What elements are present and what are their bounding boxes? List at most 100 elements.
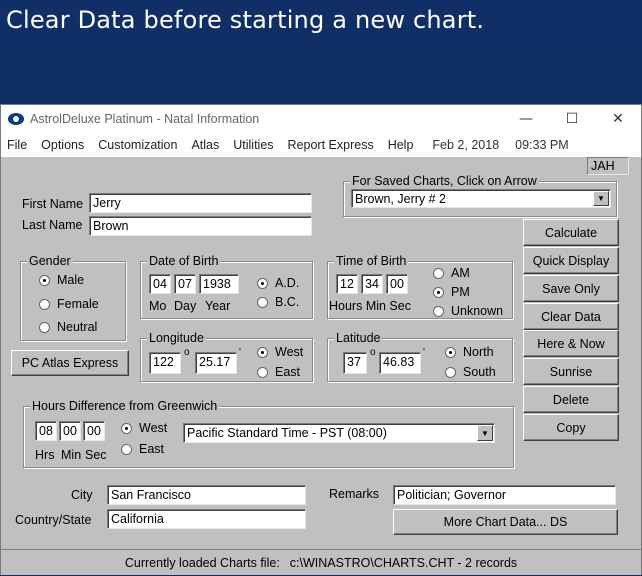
tob-min-field[interactable]: 34 [361,274,383,294]
minute-icon: ' [239,347,241,358]
menu-customization[interactable]: Customization [91,138,184,152]
gender-male-label: Male [57,273,85,287]
here-and-now-button[interactable]: Here & Now [523,330,619,357]
latitude-south-radio[interactable]: South [445,365,496,379]
app-icon[interactable] [8,113,24,125]
remarks-label: Remarks [329,487,380,501]
chevron-down-icon[interactable]: ▼ [593,191,609,206]
first-name-label: First Name [22,197,84,211]
gmt-east-label: East [139,442,165,456]
delete-button[interactable]: Delete [523,386,619,413]
minute-icon: ' [423,347,425,358]
menu-options[interactable]: Options [34,138,91,152]
latitude-deg-field[interactable]: 37 [343,352,367,374]
timezone-value: Pacific Standard Time - PST (08:00) [187,426,387,440]
pc-atlas-express-button[interactable]: PC Atlas Express [11,350,129,376]
city-field[interactable]: San Francisco [107,485,306,505]
gmt-east-radio[interactable]: East [121,442,164,456]
calculate-button[interactable]: Calculate [523,219,619,246]
menu-bar: File Options Customization Atlas Utiliti… [1,133,641,157]
instruction-banner: Clear Data before starting a new chart. [6,6,485,34]
chevron-down-icon[interactable]: ▼ [477,425,493,441]
dob-mo-label: Mo [149,299,167,313]
tob-am-label: AM [451,266,470,280]
longitude-east-radio[interactable]: East [257,365,300,379]
minimize-button[interactable]: — [503,105,549,133]
tob-title: Time of Birth [334,254,409,268]
tob-pm-label: PM [451,285,470,299]
tob-am-radio[interactable]: AM [433,266,470,280]
gender-female-label: Female [57,297,99,311]
era-ad-label: A.D. [275,276,300,290]
menu-atlas[interactable]: Atlas [184,138,226,152]
country-field[interactable]: California [107,509,306,529]
degree-icon: o [370,347,376,358]
quick-display-button[interactable]: Quick Display [523,247,619,274]
dob-year-field[interactable]: 1938 [199,274,239,294]
gmt-hours-field[interactable]: 08 [35,421,57,441]
dob-month-field[interactable]: 04 [149,274,171,294]
menu-utilities[interactable]: Utilities [226,138,280,152]
tob-unknown-radio[interactable]: Unknown [433,304,503,318]
country-label: Country/State [15,513,92,527]
longitude-east-label: East [275,365,301,379]
more-chart-data-button[interactable]: More Chart Data... DS [393,509,618,535]
menu-file[interactable]: File [1,138,34,152]
tob-unknown-label: Unknown [451,304,504,318]
longitude-deg-field[interactable]: 122 [149,352,181,374]
gmt-west-radio[interactable]: West [121,421,167,435]
maximize-button[interactable]: ☐ [549,105,595,133]
saved-charts-title: For Saved Charts, Click on Arrow [350,174,539,188]
gmt-hrs-label: Hrs [35,448,55,462]
gender-female-radio[interactable]: Female [39,297,99,311]
saved-charts-value: Brown, Jerry # 2 [355,192,447,206]
longitude-min-field[interactable]: 25.17 [195,352,237,374]
gmt-west-label: West [139,421,168,435]
gmt-title: Hours Difference from Greenwich [30,399,220,413]
dob-day-field[interactable]: 07 [174,274,196,294]
gmt-min-field[interactable]: 00 [59,421,81,441]
latitude-north-radio[interactable]: North [445,345,494,359]
latitude-min-field[interactable]: 46.83 [379,352,421,374]
gender-title: Gender [27,254,73,268]
gender-male-radio[interactable]: Male [39,273,84,287]
status-prefix: Currently loaded Charts file: [124,555,280,570]
save-only-button[interactable]: Save Only [523,275,619,302]
copy-button[interactable]: Copy [523,414,619,441]
gender-neutral-label: Neutral [57,320,98,334]
first-name-field[interactable]: Jerry [89,193,312,213]
tob-pm-radio[interactable]: PM [433,285,470,299]
latitude-north-label: North [463,345,494,359]
timezone-select[interactable]: Pacific Standard Time - PST (08:00) ▼ [183,423,495,443]
status-path: c:\WINASTRO\CHARTS.CHT - 2 records [289,555,518,570]
tob-hours-field[interactable]: 12 [336,274,358,294]
latitude-title: Latitude [334,331,383,345]
gmt-min-label: Min [61,448,82,462]
natal-form: JAH For Saved Charts, Click on Arrow Bro… [1,157,641,576]
dob-title: Date of Birth [147,254,221,268]
city-label: City [71,488,93,502]
era-bc-radio[interactable]: B.C. [257,295,299,309]
last-name-label: Last Name [22,218,83,232]
last-name-field[interactable]: Brown [89,216,312,236]
dob-year-label: Year [205,299,231,313]
clear-data-button[interactable]: Clear Data [523,303,619,330]
window-title: AstrolDeluxe Platinum - Natal Informatio… [30,112,260,126]
menu-help[interactable]: Help [381,138,421,152]
close-button[interactable]: ✕ [595,105,641,133]
saved-charts-select[interactable]: Brown, Jerry # 2 ▼ [351,189,611,208]
era-ad-radio[interactable]: A.D. [257,276,299,290]
longitude-west-label: West [275,345,304,359]
longitude-west-radio[interactable]: West [257,345,303,359]
degree-icon: o [184,347,190,358]
user-tag: JAH [587,157,629,175]
gmt-sec-label: Sec [85,448,107,462]
gmt-sec-field[interactable]: 00 [83,421,105,441]
remarks-field[interactable]: Politician; Governor [393,485,616,505]
gender-neutral-radio[interactable]: Neutral [39,320,97,334]
tob-sec-field[interactable]: 00 [386,274,408,294]
latitude-south-label: South [463,365,496,379]
menu-report-express[interactable]: Report Express [281,138,381,152]
sunrise-button[interactable]: Sunrise [523,358,619,385]
menu-date: Feb 2, 2018 [432,138,500,152]
